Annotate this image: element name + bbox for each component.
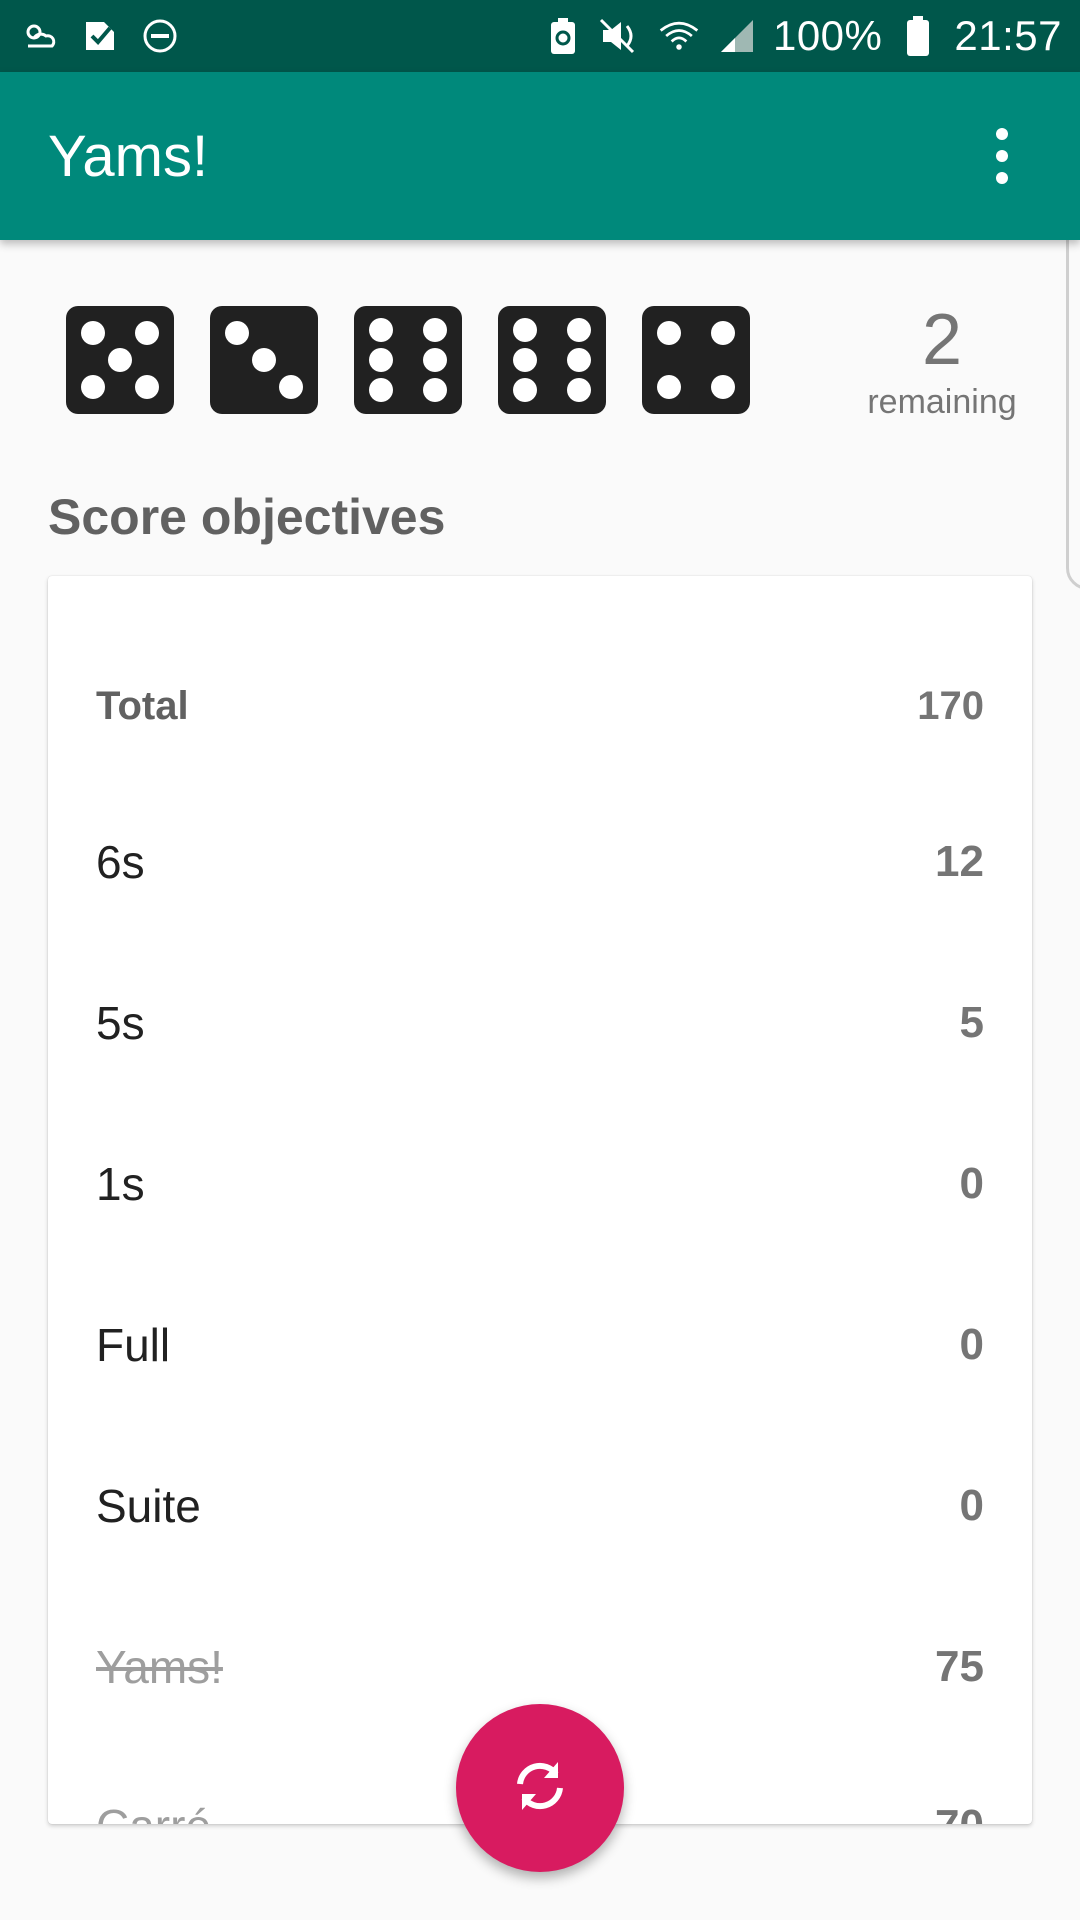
- die-pip: [657, 375, 681, 399]
- roll-dice-fab[interactable]: [456, 1704, 624, 1872]
- die-pip: [252, 348, 276, 372]
- battery-saver-icon: [541, 14, 585, 58]
- die-pip: [369, 348, 393, 372]
- score-label: Carré: [96, 1799, 211, 1824]
- score-value: 0: [959, 1481, 984, 1530]
- score-label: Total: [96, 683, 189, 728]
- mute-icon: [599, 14, 643, 58]
- die-4[interactable]: [498, 306, 606, 414]
- score-card: Total 170 6s 12 5s 5 1s 0 Full 0 Suite 0…: [48, 576, 1032, 1824]
- rolls-remaining-label: remaining: [867, 383, 1017, 421]
- score-value: 170: [917, 683, 984, 728]
- die-pip: [423, 378, 447, 403]
- score-row-completed[interactable]: Yams! 75: [48, 1617, 1032, 1717]
- dice-row: [66, 306, 750, 414]
- die-pip: [567, 348, 591, 372]
- die-pip: [513, 378, 537, 403]
- do-not-disturb-icon: [138, 14, 182, 58]
- battery-percent: 100%: [772, 12, 883, 59]
- score-row[interactable]: Suite 0: [48, 1456, 1032, 1556]
- die-pip: [135, 375, 159, 399]
- cellular-signal-icon: [715, 14, 759, 58]
- die-pip: [81, 375, 105, 399]
- score-value: 70: [935, 1801, 984, 1824]
- wifi-icon: [657, 14, 701, 58]
- score-row[interactable]: 6s 12: [48, 812, 1032, 912]
- score-label: Yams!: [96, 1641, 223, 1693]
- score-label: 1s: [96, 1158, 145, 1210]
- rolls-remaining: 2 remaining: [852, 300, 1032, 424]
- die-pip: [369, 378, 393, 403]
- score-label: 6s: [96, 836, 145, 888]
- score-value: 0: [959, 1320, 984, 1369]
- die-pip: [108, 348, 132, 372]
- die-pip: [657, 321, 681, 345]
- battery-icon: [896, 14, 940, 58]
- menu-dot: [996, 128, 1008, 140]
- die-5[interactable]: [642, 306, 750, 414]
- status-left-icons: [18, 14, 182, 58]
- die-pip: [711, 375, 735, 399]
- score-value: 5: [959, 998, 984, 1047]
- die-1[interactable]: [66, 306, 174, 414]
- score-row[interactable]: Full 0: [48, 1295, 1032, 1395]
- more-vert-icon[interactable]: [972, 106, 1032, 206]
- die-2[interactable]: [210, 306, 318, 414]
- die-pip: [711, 321, 735, 345]
- score-value: 12: [935, 837, 984, 886]
- status-right-icons: 100% 21:57: [541, 12, 1062, 60]
- score-value: 0: [959, 1159, 984, 1208]
- weather-icon: [18, 14, 62, 58]
- app-title: Yams!: [48, 123, 209, 189]
- task-check-icon: [78, 14, 122, 58]
- rolls-remaining-count: 2: [921, 300, 963, 380]
- die-pip: [423, 348, 447, 372]
- die-pip: [513, 348, 537, 372]
- die-pip: [369, 317, 393, 342]
- clock: 21:57: [954, 12, 1062, 59]
- die-pip: [567, 378, 591, 403]
- die-pip: [567, 317, 591, 342]
- score-value: 75: [935, 1642, 984, 1691]
- menu-dot: [996, 172, 1008, 184]
- app-bar: Yams!: [0, 72, 1080, 240]
- die-pip: [81, 321, 105, 345]
- score-label: 5s: [96, 997, 145, 1049]
- die-pip: [423, 317, 447, 342]
- score-label: Full: [96, 1319, 171, 1371]
- score-row[interactable]: 1s 0: [48, 1134, 1032, 1234]
- score-row[interactable]: 5s 5: [48, 973, 1032, 1073]
- die-pip: [279, 375, 303, 399]
- menu-dot: [996, 150, 1008, 162]
- die-3[interactable]: [354, 306, 462, 414]
- status-bar: 100% 21:57: [0, 0, 1080, 72]
- refresh-icon: [508, 1754, 572, 1823]
- die-pip: [135, 321, 159, 345]
- die-pip: [225, 321, 249, 345]
- score-row-total: Total 170: [48, 656, 1032, 756]
- die-pip: [513, 317, 537, 342]
- section-title: Score objectives: [48, 489, 446, 545]
- edge-panel-handle[interactable]: [1066, 218, 1080, 590]
- score-label: Suite: [96, 1480, 201, 1532]
